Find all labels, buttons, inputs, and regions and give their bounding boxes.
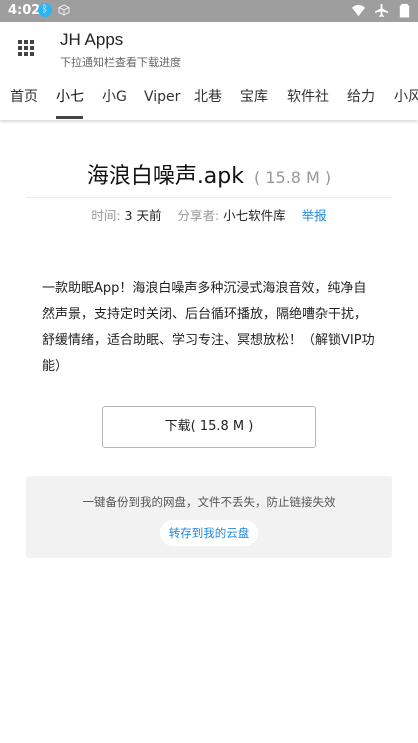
report-link[interactable]: 举报 bbox=[302, 208, 327, 223]
save-to-cloud-button[interactable]: 转存到我的云盘 bbox=[160, 520, 258, 546]
download-button[interactable]: 下载( 15.8 M ) bbox=[102, 406, 316, 448]
file-size: ( 15.8 M ) bbox=[254, 168, 332, 187]
tab-xiaofeng[interactable]: 小风 bbox=[394, 76, 418, 120]
time-label: 时间: bbox=[91, 208, 121, 223]
bluetooth-icon: ᛒ bbox=[38, 3, 52, 17]
status-bar: 4:02 ᛒ bbox=[0, 0, 418, 22]
file-meta: 时间: 3 天前 分享者: 小七软件库 举报 bbox=[0, 205, 418, 224]
airplane-icon bbox=[374, 3, 389, 18]
wifi-icon bbox=[351, 4, 366, 17]
tab-xiaog[interactable]: 小G bbox=[102, 76, 127, 120]
cube-icon bbox=[58, 4, 70, 16]
cloud-backup-box: 一键备份到我的网盘，文件不丢失，防止链接失效 转存到我的云盘 bbox=[26, 476, 392, 558]
status-icons-right bbox=[351, 3, 412, 18]
tab-beixiang[interactable]: 北巷 bbox=[194, 76, 222, 120]
active-tab-indicator bbox=[56, 116, 83, 119]
app-subtitle: 下拉通知栏查看下载进度 bbox=[60, 56, 181, 69]
file-title-row: 海浪白噪声.apk ( 15.8 M ) bbox=[0, 158, 418, 190]
file-description: 一款助眠App！海浪白噪声多种沉浸式海浪音效，纯净自然声景，支持定时关闭、后台循… bbox=[42, 281, 375, 374]
status-time: 4:02 bbox=[8, 3, 41, 18]
title-divider bbox=[26, 197, 392, 198]
sharer-label: 分享者: bbox=[177, 208, 220, 223]
tab-xiaoqi[interactable]: 小七 bbox=[56, 76, 84, 120]
tab-home[interactable]: 首页 bbox=[10, 76, 38, 120]
battery-icon bbox=[399, 3, 410, 18]
status-icons-left: ᛒ bbox=[38, 3, 70, 17]
backup-text: 一键备份到我的网盘，文件不丢失，防止链接失效 bbox=[82, 495, 336, 509]
tab-baoku[interactable]: 宝库 bbox=[240, 76, 268, 120]
app-title: JH Apps bbox=[60, 30, 124, 49]
app-bar: JH Apps 下拉通知栏查看下载进度 bbox=[0, 22, 418, 76]
sharer-value: 小七软件库 bbox=[223, 208, 286, 223]
tab-viper[interactable]: Viper bbox=[144, 76, 180, 120]
apps-grid-icon[interactable] bbox=[18, 40, 34, 56]
time-value: 3 天前 bbox=[124, 208, 162, 223]
tab-ruanjianshe[interactable]: 软件社 bbox=[287, 76, 329, 120]
file-name: 海浪白噪声.apk bbox=[86, 164, 244, 189]
source-tabs: 首页 小七 小G Viper 北巷 宝库 软件社 给力 小风 bbox=[0, 76, 418, 120]
tab-geili[interactable]: 给力 bbox=[347, 76, 375, 120]
